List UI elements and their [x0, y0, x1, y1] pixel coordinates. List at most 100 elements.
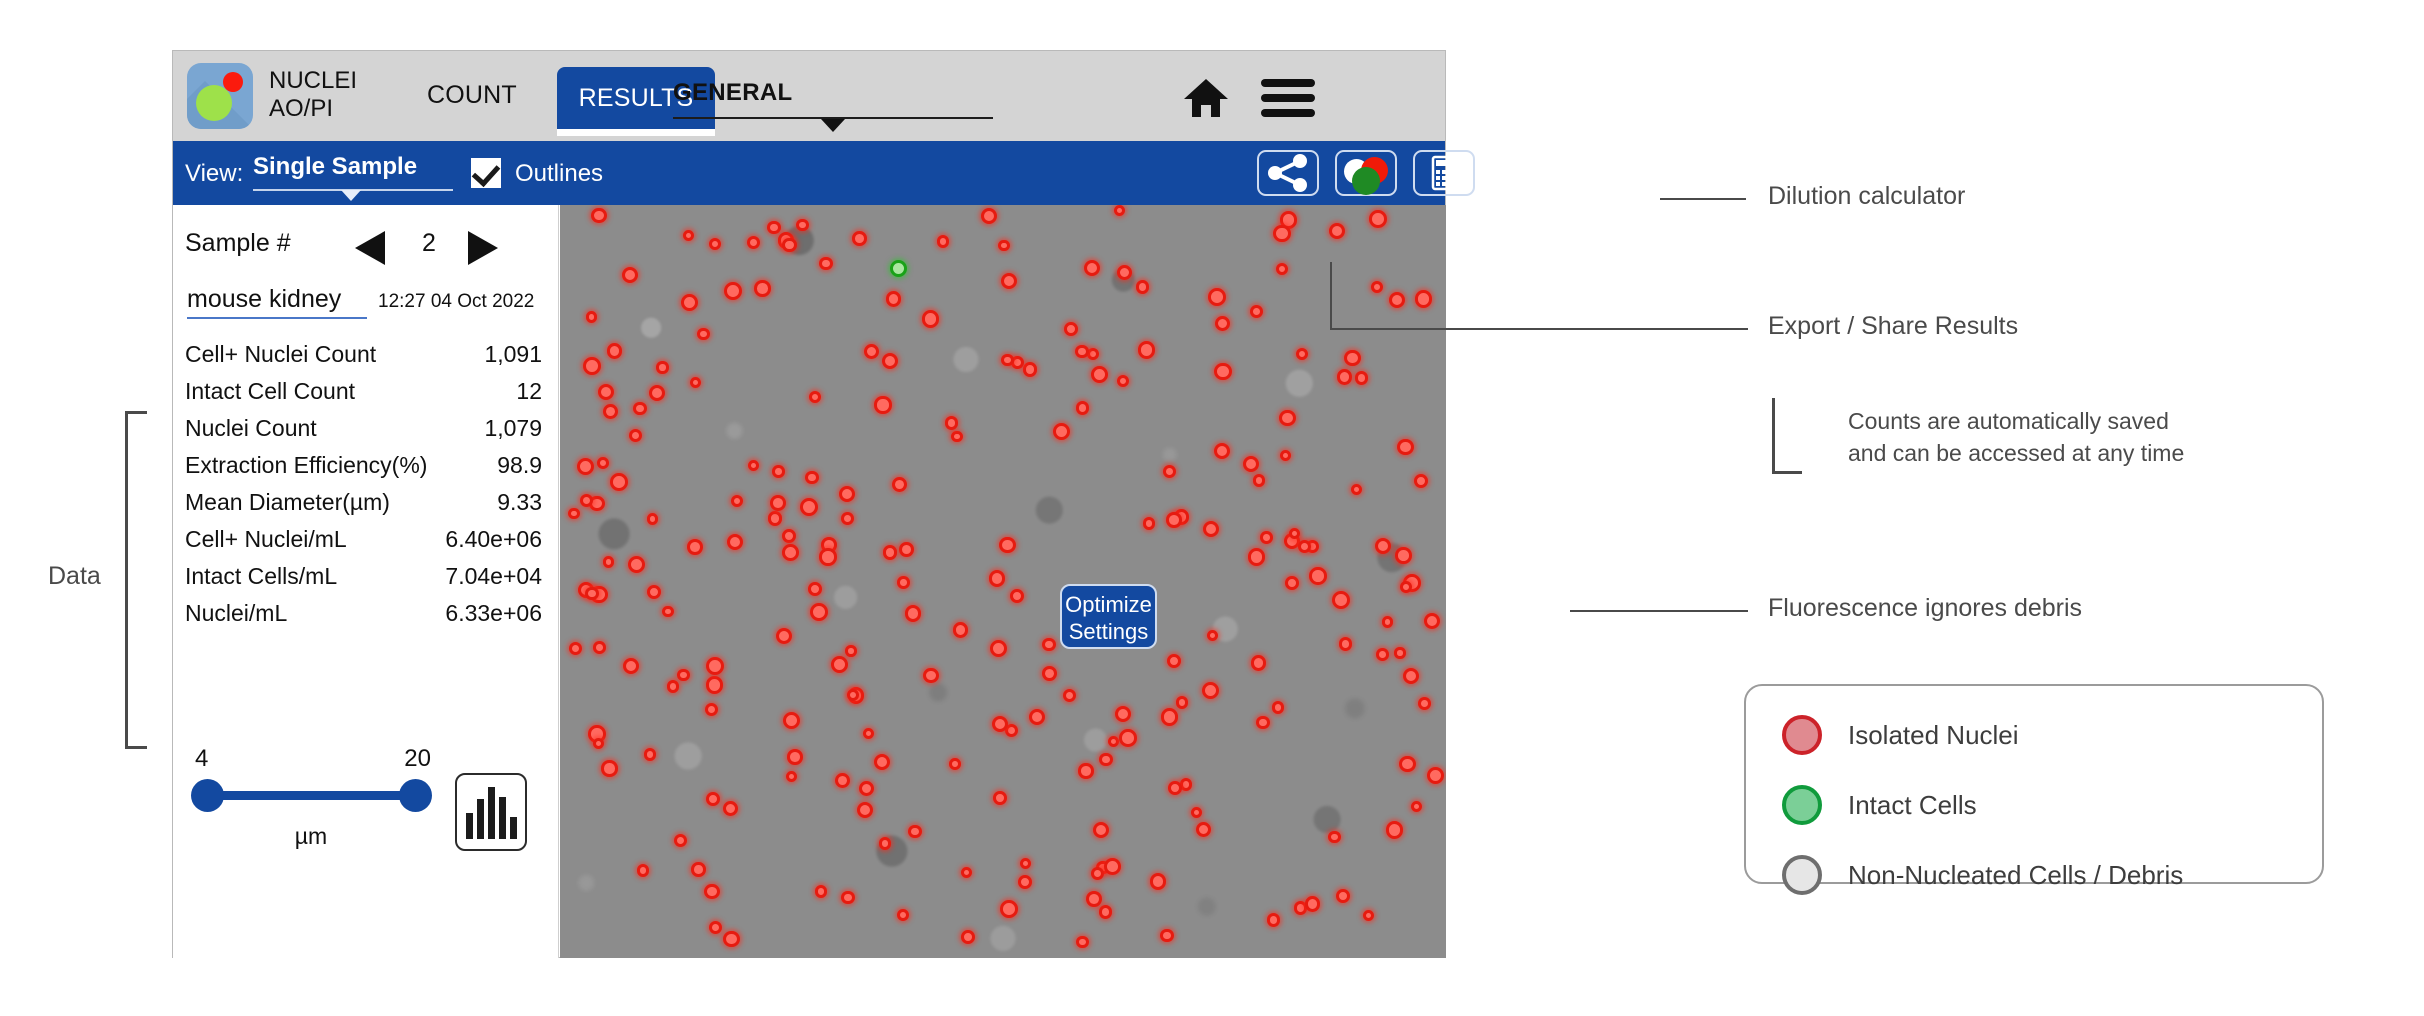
annotation-counts-saved-line1: Counts are automatically saved: [1848, 405, 2184, 437]
detected-nucleus-marker: [1076, 401, 1089, 414]
detected-nucleus-marker: [845, 645, 856, 656]
tab-count[interactable]: COUNT: [427, 81, 517, 110]
detected-nucleus-marker: [656, 361, 668, 373]
detected-nucleus-marker: [879, 837, 891, 849]
row-value: 98.9: [497, 452, 542, 479]
optimize-line1: Optimize: [1062, 591, 1155, 618]
annotation-data: Data: [48, 560, 101, 593]
histogram-button[interactable]: [455, 773, 527, 851]
detected-nucleus-marker: [998, 240, 1010, 252]
leader-line-fluorescence: [1570, 610, 1748, 612]
detected-nucleus-marker: [1251, 655, 1267, 671]
row-value: 1,079: [484, 415, 542, 442]
detected-nucleus-marker: [1427, 767, 1444, 784]
legend-color-dot-icon: [1782, 855, 1822, 895]
annotation-counts-saved-line2: and can be accessed at any time: [1848, 437, 2184, 469]
diameter-range-slider[interactable]: 4 20 µm: [191, 745, 431, 855]
checkmark-icon: [472, 158, 501, 187]
detected-nucleus-marker: [923, 668, 938, 683]
detected-nucleus-marker: [1143, 517, 1156, 530]
detected-nucleus-marker: [1296, 348, 1308, 360]
detected-nucleus-marker: [1160, 929, 1173, 942]
sample-name-field[interactable]: mouse kidney: [187, 285, 367, 319]
app-title-line1: NUCLEI: [269, 67, 389, 95]
detected-nucleus-marker: [922, 310, 940, 328]
detected-nucleus-marker: [768, 511, 783, 526]
table-row: Intact Cells/mL7.04e+04: [173, 559, 558, 596]
detected-nucleus-marker: [1176, 696, 1188, 708]
detected-nucleus-marker: [1267, 913, 1281, 927]
assay-dropdown[interactable]: GENERAL: [673, 79, 993, 107]
detected-nucleus-marker: [1256, 716, 1269, 729]
nuclei-app-logo-icon: [187, 63, 253, 129]
detected-nucleus-marker: [706, 657, 724, 675]
detected-nucleus-marker: [623, 658, 639, 674]
hamburger-menu-icon[interactable]: [1261, 79, 1315, 117]
detected-nucleus-marker: [989, 570, 1005, 586]
detected-nucleus-marker: [677, 669, 690, 682]
detected-nucleus-marker: [886, 291, 902, 307]
row-value: 9.33: [497, 489, 542, 516]
detected-nucleus-marker: [772, 465, 785, 478]
previous-sample-arrow-icon[interactable]: [355, 231, 385, 265]
detected-nucleus-marker: [1023, 362, 1037, 376]
detected-nucleus-marker: [1395, 547, 1412, 564]
legend-label: Intact Cells: [1848, 790, 1977, 821]
detected-nucleus-marker: [1363, 910, 1374, 921]
home-icon[interactable]: [1183, 77, 1229, 119]
detected-nucleus-marker: [1329, 223, 1345, 239]
detected-nucleus-marker: [754, 280, 771, 297]
detected-nucleus-marker: [583, 357, 601, 375]
channels-button[interactable]: [1335, 150, 1397, 196]
legend-label: Isolated Nuclei: [1848, 720, 2019, 751]
sample-timestamp: 12:27 04 Oct 2022: [378, 291, 534, 313]
detected-nucleus-marker: [1403, 668, 1419, 684]
detected-nucleus-marker: [603, 556, 614, 567]
detected-nucleus-marker: [683, 230, 694, 241]
sample-number: 2: [398, 229, 460, 258]
detected-nucleus-marker: [705, 703, 718, 716]
detected-nucleus-marker: [704, 884, 719, 899]
view-dropdown-value: Single Sample: [253, 153, 453, 181]
detected-nucleus-marker: [1001, 273, 1017, 289]
detected-nucleus-marker: [1248, 548, 1265, 565]
detected-nucleus-marker: [908, 825, 921, 838]
optimize-settings-button[interactable]: Optimize Settings: [1060, 584, 1157, 649]
detected-nucleus-marker: [1064, 322, 1078, 336]
detected-intact-cell-marker: [890, 260, 907, 277]
detected-nucleus-marker: [610, 473, 628, 491]
chevron-down-icon: [341, 190, 361, 201]
next-sample-arrow-icon[interactable]: [468, 231, 498, 265]
detected-nucleus-marker: [1276, 263, 1288, 275]
detected-nucleus-marker: [1273, 225, 1290, 242]
legend-label: Non-Nucleated Cells / Debris: [1848, 860, 2183, 891]
slider-track[interactable]: [205, 791, 417, 800]
view-dropdown[interactable]: Single Sample: [253, 153, 453, 181]
detected-nucleus-marker: [945, 416, 959, 430]
dilution-calculator-button[interactable]: [1413, 150, 1475, 196]
sample-label: Sample #: [185, 229, 291, 258]
slider-min-value: 4: [195, 745, 208, 773]
detected-nucleus-marker: [993, 791, 1007, 805]
detected-nucleus-marker: [1086, 891, 1102, 907]
detected-nucleus-marker: [622, 267, 638, 283]
detected-nucleus-marker: [667, 680, 679, 692]
detected-nucleus-marker: [897, 909, 909, 921]
detected-nucleus-marker: [1150, 873, 1166, 889]
detected-nucleus-marker: [1214, 363, 1231, 380]
microscopy-image-view[interactable]: Optimize Settings: [560, 205, 1446, 958]
table-row: Nuclei Count1,079: [173, 411, 558, 448]
detected-nucleus-marker: [767, 221, 780, 234]
share-button[interactable]: [1257, 150, 1319, 196]
detected-nucleus-marker: [883, 545, 897, 559]
detected-nucleus-marker: [1253, 474, 1266, 487]
slider-handle-max[interactable]: [399, 779, 432, 812]
legend-color-dot-icon: [1782, 785, 1822, 825]
detected-nucleus-marker: [1336, 889, 1350, 903]
detected-nucleus-marker: [1415, 290, 1433, 308]
detected-nucleus-marker: [681, 294, 698, 311]
detected-nucleus-marker: [687, 539, 703, 555]
outlines-checkbox[interactable]: [471, 158, 501, 188]
detected-nucleus-marker: [809, 391, 821, 403]
slider-handle-min[interactable]: [191, 779, 224, 812]
